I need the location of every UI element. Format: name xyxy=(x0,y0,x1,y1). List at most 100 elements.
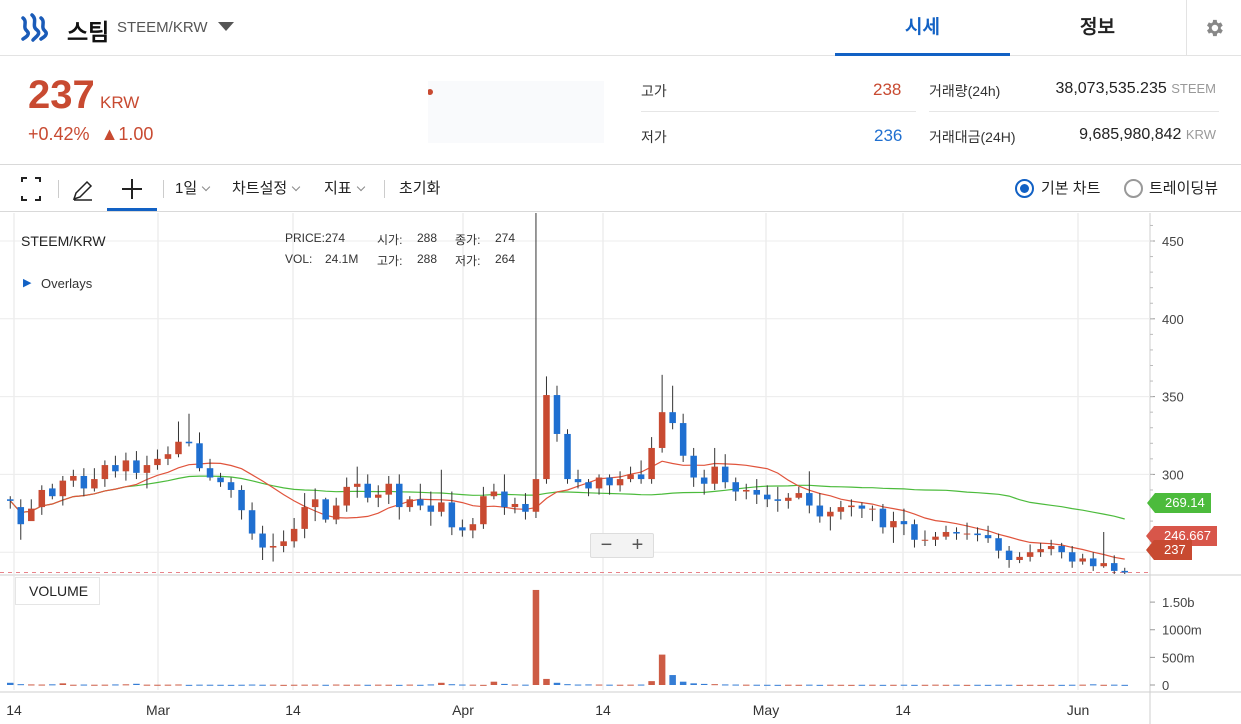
volume-bar xyxy=(795,684,803,686)
volume-bar xyxy=(269,684,277,686)
candle-body xyxy=(175,441,182,455)
divider xyxy=(929,111,1219,112)
volume-bar xyxy=(206,684,214,686)
candle-body xyxy=(942,531,950,537)
candle-body xyxy=(543,395,550,480)
price-summary: 237 KRW +0.42% ▲1.00 고가 238 저가 236 거래량(2… xyxy=(0,56,1241,165)
candle-body xyxy=(343,486,350,506)
volume-bar xyxy=(742,684,750,686)
candle-body xyxy=(417,499,424,506)
zoom-in-button[interactable]: + xyxy=(622,534,653,557)
volume-bar xyxy=(448,684,456,686)
volume-bar xyxy=(1037,684,1044,686)
vol-tick-label: 500m xyxy=(1162,650,1195,665)
volume-bar xyxy=(217,684,224,686)
amount-unit: KRW xyxy=(1185,127,1216,142)
chevron-down-icon xyxy=(291,182,301,192)
volume-bar xyxy=(785,684,792,686)
crosshair-icon[interactable] xyxy=(107,166,157,211)
candle-body xyxy=(133,460,140,473)
volume-bar xyxy=(1005,684,1013,686)
volume-bar xyxy=(858,684,866,686)
volume-bar xyxy=(332,684,340,686)
candle-body xyxy=(858,505,866,509)
volume-bar xyxy=(227,684,235,686)
volume-bar xyxy=(921,684,929,686)
candle-body xyxy=(806,493,813,506)
volume-bar xyxy=(143,684,151,686)
chart-canvas[interactable]: 14 Mar 14 Apr 14 May 14 Jun 300 350 400 450 0 500m 100… xyxy=(0,213,1241,724)
chart-toolbar: 1일 차트설정 지표 초기화 기본 차트 트레이딩뷰 xyxy=(0,166,1241,212)
settings-gear-icon[interactable] xyxy=(1186,0,1241,56)
candle-body xyxy=(595,477,603,489)
volume-bar xyxy=(238,684,245,686)
candle-body xyxy=(269,545,277,548)
candle-body xyxy=(848,505,855,508)
candle-body xyxy=(963,533,971,535)
basic-chart-label[interactable]: 기본 차트 xyxy=(1041,166,1100,212)
low-label: 저가 xyxy=(641,129,667,145)
volume-bar xyxy=(532,589,540,685)
volume-bar xyxy=(574,684,582,686)
candle-body xyxy=(112,465,119,472)
interval-select[interactable]: 1일 xyxy=(175,166,211,212)
candle-body xyxy=(837,507,845,512)
fullscreen-icon[interactable] xyxy=(20,166,42,212)
candle-body xyxy=(869,508,876,510)
price-unit: KRW xyxy=(100,93,140,112)
legend-open-label: 시가: xyxy=(377,233,403,247)
volume-label: 거래량(24h) xyxy=(929,83,1001,99)
tradingview-label[interactable]: 트레이딩뷰 xyxy=(1149,166,1218,212)
tab-info[interactable]: 정보 xyxy=(1010,0,1185,56)
candle-body xyxy=(721,466,729,483)
candle-body xyxy=(1110,563,1118,571)
volume-bar xyxy=(890,684,897,686)
volume-bar xyxy=(522,684,529,686)
candle-body xyxy=(700,477,708,484)
toolbar-divider xyxy=(58,180,59,198)
candle-body xyxy=(480,496,487,525)
candle-body xyxy=(469,524,477,531)
basic-chart-radio[interactable] xyxy=(1015,179,1034,198)
candle-body xyxy=(984,535,992,539)
candle-body xyxy=(1037,549,1044,553)
volume-bar xyxy=(806,684,813,686)
volume-bar xyxy=(364,684,371,686)
volume-bar xyxy=(38,684,46,686)
volume-bar xyxy=(627,684,634,686)
draw-pencil-icon[interactable] xyxy=(70,166,94,212)
volume-bar xyxy=(658,654,666,685)
chart-settings-label: 차트설정 xyxy=(232,180,288,197)
volume-bar xyxy=(690,683,697,685)
candle-body xyxy=(164,454,172,459)
candle-body xyxy=(364,483,371,498)
divider xyxy=(641,111,916,112)
header: 스팀 STEEM/KRW 시세 정보 xyxy=(0,0,1241,56)
indicators-menu[interactable]: 지표 xyxy=(324,166,365,212)
tab-price[interactable]: 시세 xyxy=(835,0,1010,56)
candle-body xyxy=(679,423,687,456)
volume-bar xyxy=(511,684,519,686)
zoom-out-button[interactable]: − xyxy=(591,534,622,557)
volume-bar xyxy=(879,684,887,686)
overlays-toggle-icon[interactable]: ▶ xyxy=(23,276,31,289)
reset-button[interactable]: 초기화 xyxy=(399,166,440,212)
chart-settings-menu[interactable]: 차트설정 xyxy=(232,166,301,212)
overlays-label[interactable]: Overlays xyxy=(41,276,92,291)
volume-bar xyxy=(28,684,35,686)
volume-bar xyxy=(49,684,56,686)
x-tick-label: Mar xyxy=(146,702,170,718)
x-tick-label: 14 xyxy=(6,702,22,718)
volume-bar xyxy=(501,683,508,685)
coin-dropdown-caret-icon[interactable] xyxy=(218,22,234,31)
price-chart[interactable]: 14 Mar 14 Apr 14 May 14 Jun 300 350 400 450 0 500m 100… xyxy=(0,213,1241,724)
tradingview-radio[interactable] xyxy=(1124,179,1143,198)
high-label: 고가 xyxy=(641,83,667,99)
candle-body xyxy=(311,499,319,508)
volume-bar xyxy=(1100,684,1107,686)
volume-bar xyxy=(1058,684,1065,686)
candle-body xyxy=(101,465,109,480)
candle-body xyxy=(953,531,960,534)
candle-body xyxy=(38,489,46,508)
candle-body xyxy=(206,468,214,478)
